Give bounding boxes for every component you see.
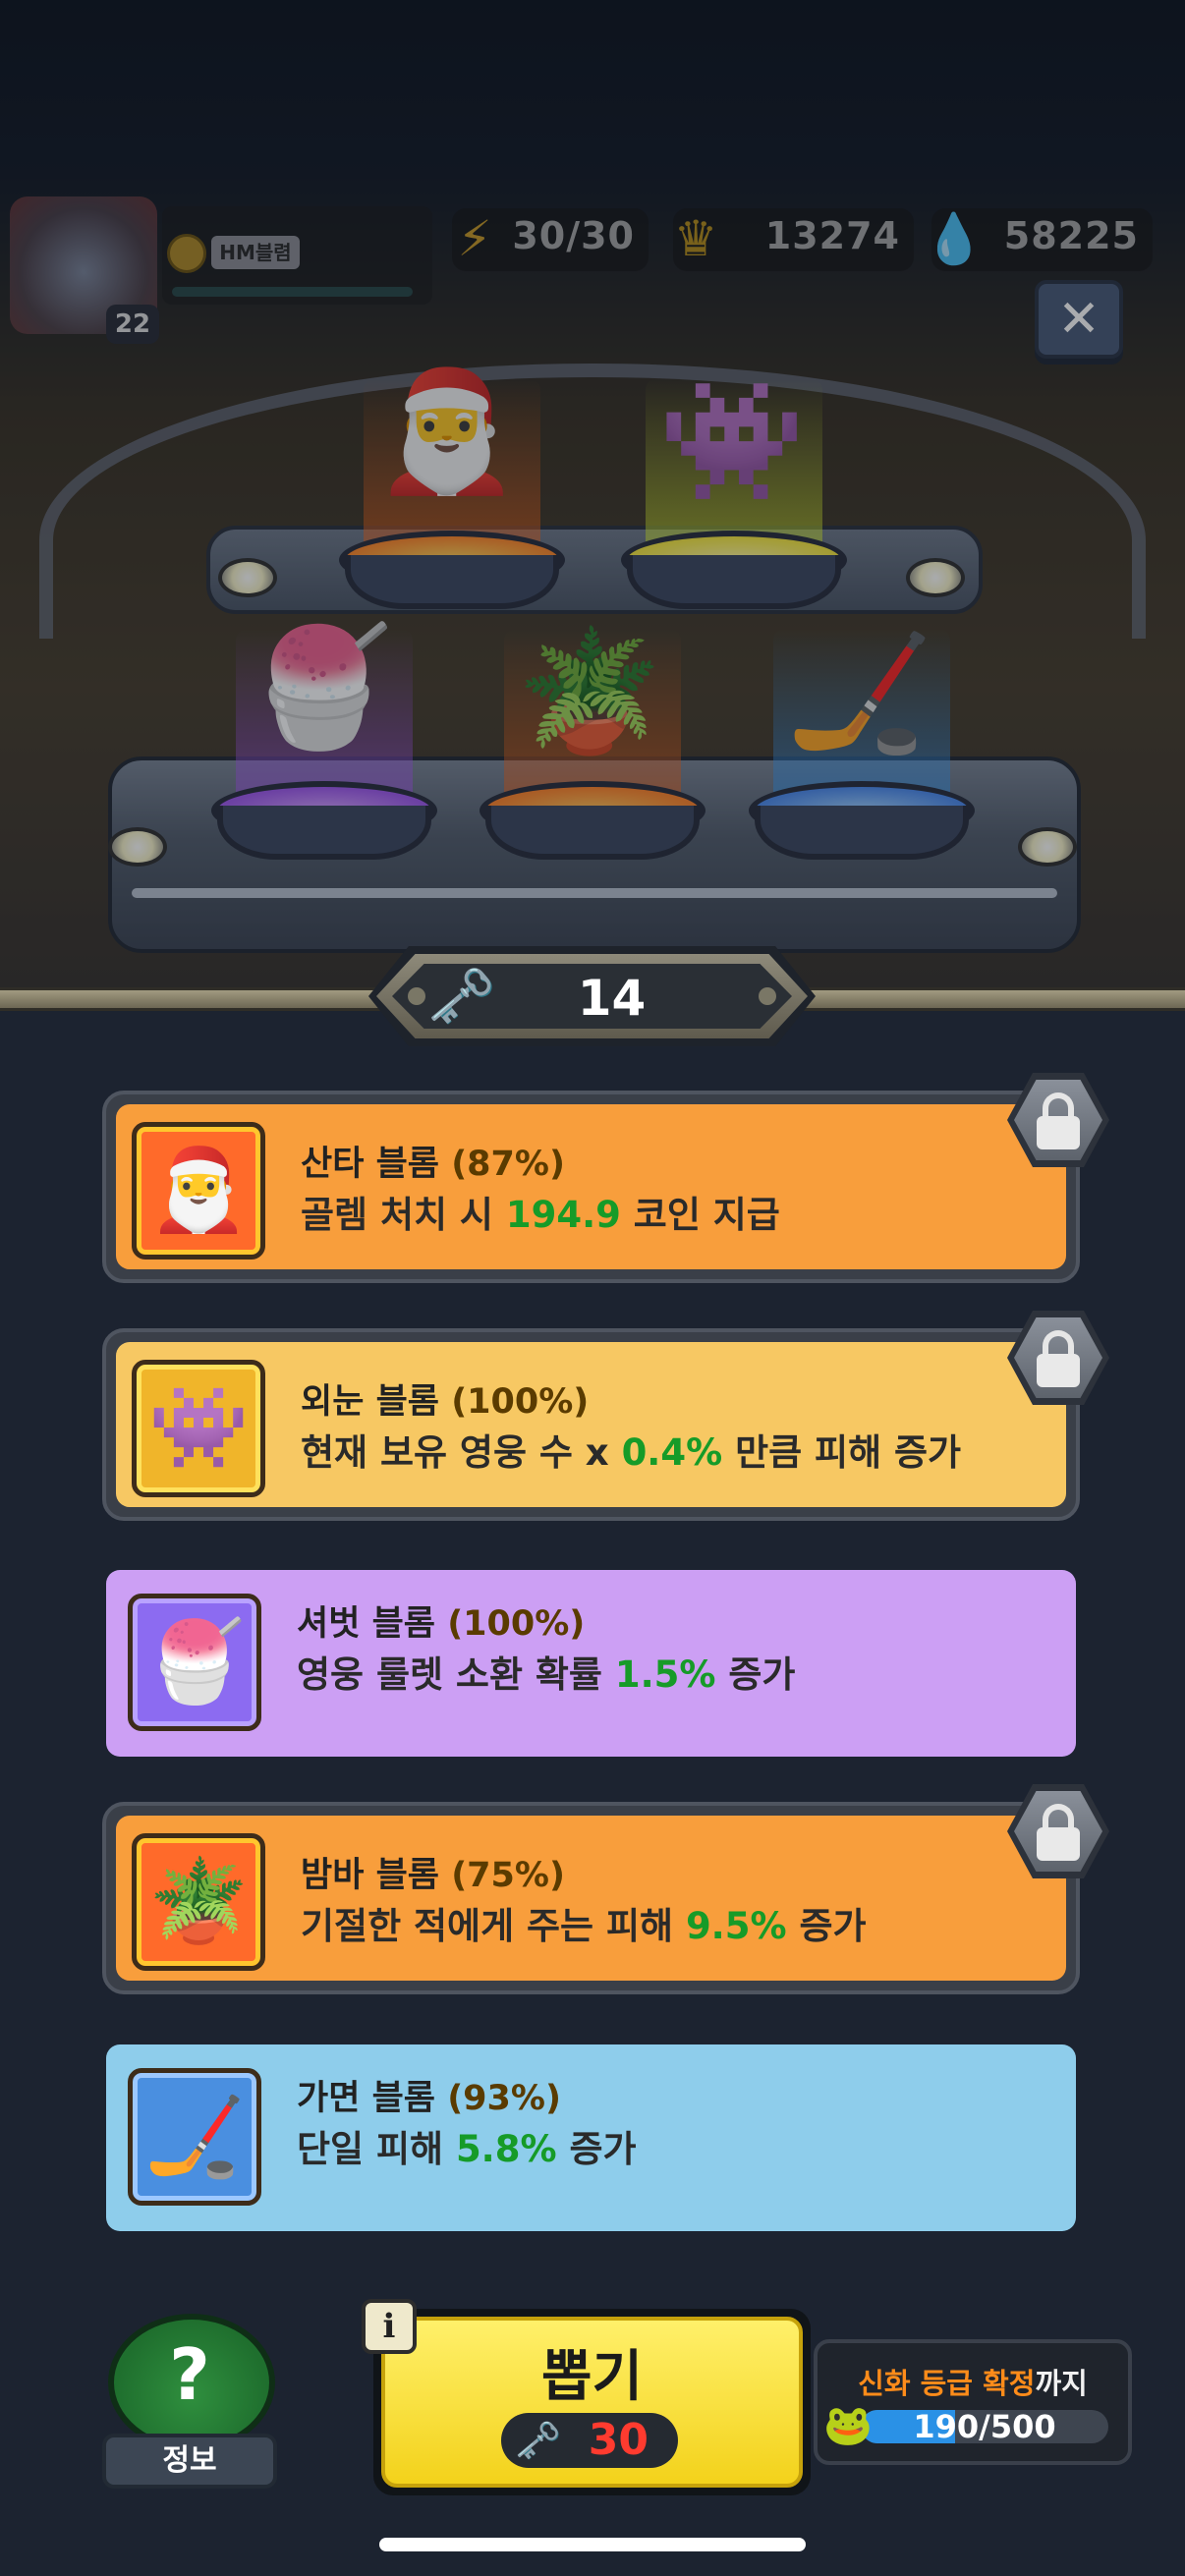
card-description: 단일 피해 5.8% 증가 [297,2128,637,2170]
mythic-progress-text: 190/500 [913,2408,1056,2445]
info-label: 정보 [102,2434,277,2489]
question-mark-icon: ? [169,2333,210,2416]
hero-card-cyclops[interactable]: 👾 외눈 블롬 (100%) 현재 보유 영웅 수 x 0.4% 만큼 피해 증… [102,1311,1109,1521]
hero-card-santa[interactable]: 🎅 산타 블롬 (87%) 골렘 처치 시 194.9 코인 지급 [102,1073,1109,1283]
draw-button[interactable]: 뽑기 🗝️ 30 [373,2309,811,2495]
card-description: 기절한 적에게 주는 피해 9.5% 증가 [301,1905,867,1947]
mythic-guarantee-panel: 신화 등급 확정까지 190/500 🐸 [814,2339,1132,2465]
hero-card-bamba[interactable]: 🪴 밤바 블롬 (75%) 기절한 적에게 주는 피해 9.5% 증가 [102,1784,1109,1994]
key-icon: 🗝️ [515,2419,562,2462]
hero-card-sherbet[interactable]: 🍧 셔벗 블롬 (100%) 영웅 룰렛 소환 확률 1.5% 증가 [102,1570,1080,1757]
key-counter: 🗝️ 14 [368,946,816,1046]
card-title: 셔벗 블롬 (100%) [297,1604,586,1644]
draw-info-icon[interactable]: i [362,2299,417,2354]
mask-portrait-icon: 🏒 [128,2068,261,2206]
home-indicator[interactable] [379,2538,806,2551]
key-count: 14 [577,970,647,1027]
card-description: 영웅 룰렛 소환 확률 1.5% 증가 [297,1653,796,1696]
gacha-scene: 22 HM블렴 ⚡ 30/30 ♛ 13274 💧 58225 ✕ 🎅 👾 🍧 … [0,0,1185,992]
card-title: 밤바 블롬 (75%) [301,1856,565,1895]
card-title: 가면 블롬 (93%) [297,2079,561,2118]
card-title: 산타 블롬 (87%) [301,1145,565,1184]
info-button[interactable]: ? 정보 [98,2304,281,2495]
mini-blom-icon: 🐸 [823,2403,873,2448]
card-description: 골렘 처치 시 194.9 코인 지급 [301,1194,780,1236]
card-title: 외눈 블롬 (100%) [301,1382,590,1422]
draw-cost: 🗝️ 30 [501,2413,678,2468]
draw-label: 뽑기 [540,2345,644,2409]
card-description: 현재 보유 영웅 수 x 0.4% 만큼 피해 증가 [301,1431,962,1474]
hero-card-mask[interactable]: 🏒 가면 블롬 (93%) 단일 피해 5.8% 증가 [102,2044,1080,2231]
bamba-portrait-icon: 🪴 [132,1833,265,1971]
cyclops-portrait-icon: 👾 [132,1360,265,1497]
sherbet-portrait-icon: 🍧 [128,1594,261,1731]
mythic-guarantee-title: 신화 등급 확정까지 [858,2367,1088,2400]
santa-portrait-icon: 🎅 [132,1122,265,1260]
